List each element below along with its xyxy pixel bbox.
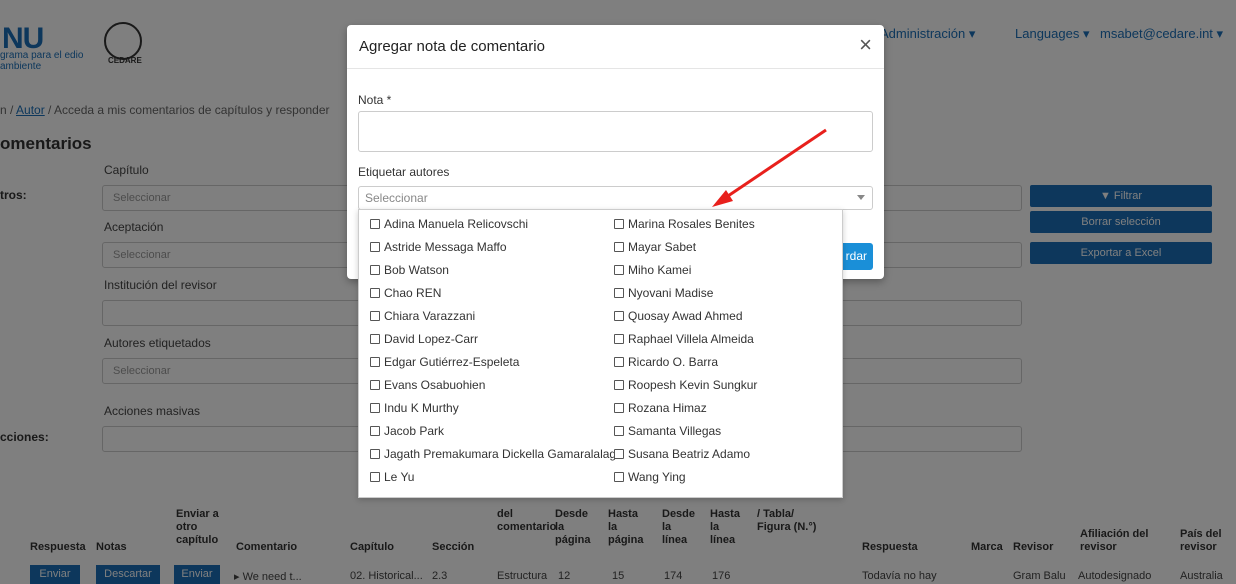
nota-textarea[interactable] <box>358 111 873 152</box>
checkbox-icon[interactable] <box>370 219 380 229</box>
checkbox-icon[interactable] <box>614 357 624 367</box>
checkbox-icon[interactable] <box>370 426 380 436</box>
checkbox-icon[interactable] <box>370 449 380 459</box>
author-option[interactable]: Le Yu <box>370 466 414 488</box>
author-option[interactable]: Ricardo O. Barra <box>614 351 718 373</box>
checkbox-icon[interactable] <box>370 357 380 367</box>
checkbox-icon[interactable] <box>370 288 380 298</box>
authors-dropdown: Adina Manuela Relicovschi Astride Messag… <box>358 209 843 498</box>
author-option[interactable]: Indu K Murthy <box>370 397 459 419</box>
etiquetar-autores-select[interactable]: Seleccionar <box>358 186 873 210</box>
etiquetar-autores-label: Etiquetar autores <box>358 165 450 179</box>
checkbox-icon[interactable] <box>370 242 380 252</box>
author-option[interactable]: Edgar Gutiérrez-Espeleta <box>370 351 519 373</box>
checkbox-icon[interactable] <box>370 265 380 275</box>
checkbox-icon[interactable] <box>614 288 624 298</box>
modal-title: Agregar nota de comentario <box>359 38 545 55</box>
chevron-down-icon <box>857 195 865 200</box>
checkbox-icon[interactable] <box>614 426 624 436</box>
nota-label: Nota * <box>358 93 392 107</box>
author-option[interactable]: Marina Rosales Benites <box>614 213 755 235</box>
modal-header: Agregar nota de comentario × <box>347 25 884 69</box>
author-option[interactable]: Samanta Villegas <box>614 420 721 442</box>
author-option[interactable]: Roopesh Kevin Sungkur <box>614 374 757 396</box>
checkbox-icon[interactable] <box>614 219 624 229</box>
checkbox-icon[interactable] <box>370 311 380 321</box>
author-option[interactable]: Rozana Himaz <box>614 397 707 419</box>
select-placeholder: Seleccionar <box>365 191 428 205</box>
author-option[interactable]: Evans Osabuohien <box>370 374 485 396</box>
author-option[interactable]: Jacob Park <box>370 420 444 442</box>
checkbox-icon[interactable] <box>370 380 380 390</box>
author-option[interactable]: Bob Watson <box>370 259 449 281</box>
author-option[interactable]: Jagath Premakumara Dickella Gamaralalage <box>370 443 623 465</box>
checkbox-icon[interactable] <box>370 334 380 344</box>
author-option[interactable]: David Lopez-Carr <box>370 328 478 350</box>
author-option[interactable]: Quosay Awad Ahmed <box>614 305 743 327</box>
checkbox-icon[interactable] <box>370 472 380 482</box>
author-option[interactable]: Wang Ying <box>614 466 686 488</box>
author-option[interactable]: Chiara Varazzani <box>370 305 475 327</box>
author-option[interactable]: Mayar Sabet <box>614 236 696 258</box>
checkbox-icon[interactable] <box>614 449 624 459</box>
checkbox-icon[interactable] <box>614 334 624 344</box>
author-option[interactable]: Astride Messaga Maffo <box>370 236 507 258</box>
author-option[interactable]: Susana Beatriz Adamo <box>614 443 750 465</box>
checkbox-icon[interactable] <box>614 380 624 390</box>
author-option[interactable]: Miho Kamei <box>614 259 691 281</box>
checkbox-icon[interactable] <box>614 242 624 252</box>
author-option[interactable]: Nyovani Madise <box>614 282 713 304</box>
checkbox-icon[interactable] <box>614 265 624 275</box>
author-option[interactable]: Chao REN <box>370 282 441 304</box>
author-option[interactable]: Raphael Villela Almeida <box>614 328 754 350</box>
checkbox-icon[interactable] <box>370 403 380 413</box>
author-option[interactable]: Adina Manuela Relicovschi <box>370 213 528 235</box>
checkbox-icon[interactable] <box>614 403 624 413</box>
checkbox-icon[interactable] <box>614 472 624 482</box>
checkbox-icon[interactable] <box>614 311 624 321</box>
close-icon[interactable]: × <box>859 34 872 56</box>
